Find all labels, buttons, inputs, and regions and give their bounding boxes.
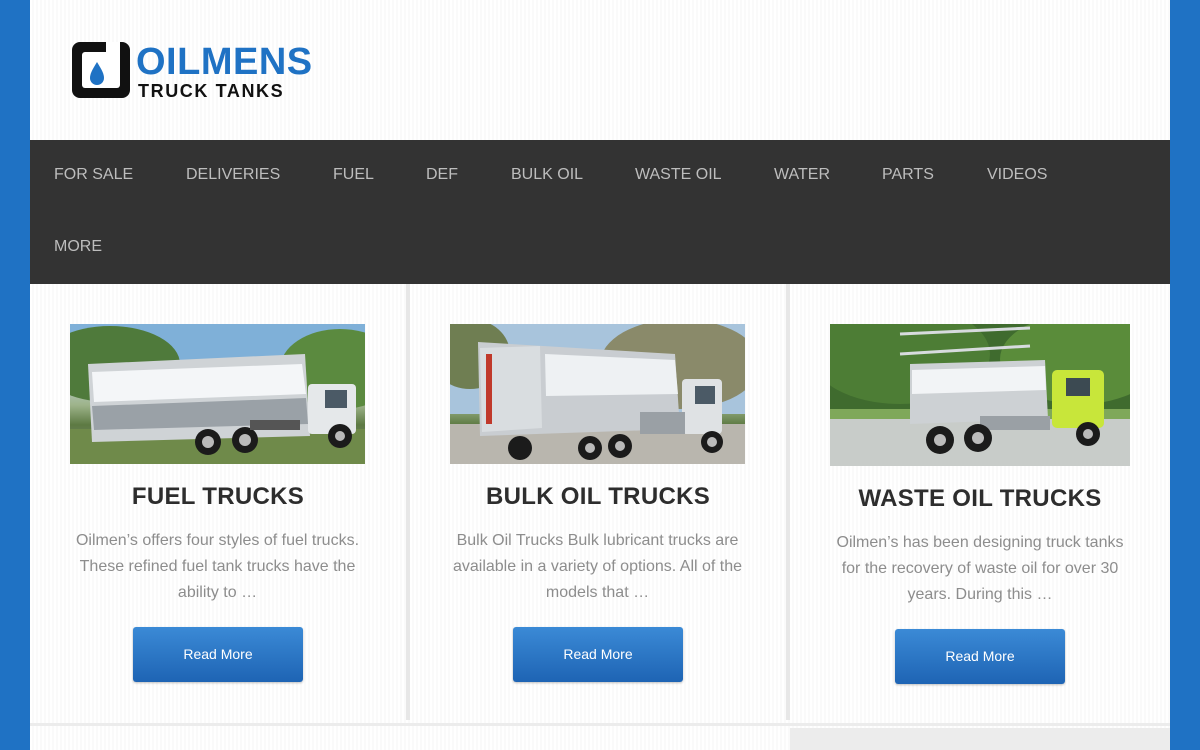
read-more-button-waste-oil[interactable]: Read More: [895, 629, 1065, 684]
nav-item-deliveries[interactable]: DELIVERIES: [186, 140, 280, 212]
logo-wordmark: OILMENS: [136, 41, 313, 83]
main-navigation: FOR SALE DELIVERIES FUEL DEF BULK OIL WA…: [30, 140, 1170, 284]
featured-content: FUEL TRUCKS Oilmen’s offers four styles …: [30, 284, 1170, 750]
nav-item-videos[interactable]: VIDEOS: [987, 140, 1047, 212]
card-excerpt: Bulk Oil Trucks Bulk lubricant trucks ar…: [452, 532, 743, 601]
read-more-button-fuel[interactable]: Read More: [133, 627, 303, 682]
bulk-oil-truck-image[interactable]: [450, 324, 745, 464]
fuel-truck-photo: [70, 324, 365, 464]
read-more-button-bulk-oil[interactable]: Read More: [513, 627, 683, 682]
nav-item-more[interactable]: MORE: [54, 212, 102, 284]
footer-widget-edge: [790, 728, 1170, 750]
content-bottom-border: [30, 723, 1170, 726]
nav-item-for-sale[interactable]: FOR SALE: [54, 140, 133, 212]
card-bulk-oil-trucks: BULK OIL TRUCKS Bulk Oil Trucks Bulk lub…: [410, 284, 786, 720]
nav-row-secondary: MORE: [30, 212, 1170, 284]
card-title[interactable]: FUEL TRUCKS: [30, 483, 406, 511]
nav-item-waste-oil[interactable]: WASTE OIL: [635, 140, 722, 212]
card-excerpt: Oilmen’s has been designing truck tanks …: [836, 534, 1124, 603]
site-header: OILMENS TRUCK TANKS: [30, 0, 1170, 140]
nav-item-parts[interactable]: PARTS: [882, 140, 934, 212]
card-waste-oil-trucks: WASTE OIL TRUCKS Oilmen’s has been desig…: [790, 284, 1170, 720]
nav-row-primary: FOR SALE DELIVERIES FUEL DEF BULK OIL WA…: [30, 140, 1170, 212]
card-excerpt: Oilmen’s offers four styles of fuel truc…: [75, 532, 360, 601]
card-title[interactable]: BULK OIL TRUCKS: [410, 483, 786, 511]
fuel-truck-image[interactable]: [70, 324, 365, 464]
waste-oil-truck-photo: [830, 324, 1130, 466]
page-container: OILMENS TRUCK TANKS FOR SALE DELIVERIES …: [30, 0, 1170, 750]
card-fuel-trucks: FUEL TRUCKS Oilmen’s offers four styles …: [30, 284, 406, 720]
waste-oil-truck-image[interactable]: [830, 324, 1130, 466]
nav-item-def[interactable]: DEF: [426, 140, 458, 212]
nav-item-bulk-oil[interactable]: BULK OIL: [511, 140, 583, 212]
oil-drop-logo-icon: [72, 42, 130, 98]
nav-item-fuel[interactable]: FUEL: [333, 140, 374, 212]
site-logo[interactable]: OILMENS TRUCK TANKS: [70, 40, 342, 102]
logo-tagline: TRUCK TANKS: [138, 81, 285, 101]
bulk-oil-truck-photo: [450, 324, 745, 464]
nav-item-water[interactable]: WATER: [774, 140, 830, 212]
card-title[interactable]: WASTE OIL TRUCKS: [790, 485, 1170, 513]
